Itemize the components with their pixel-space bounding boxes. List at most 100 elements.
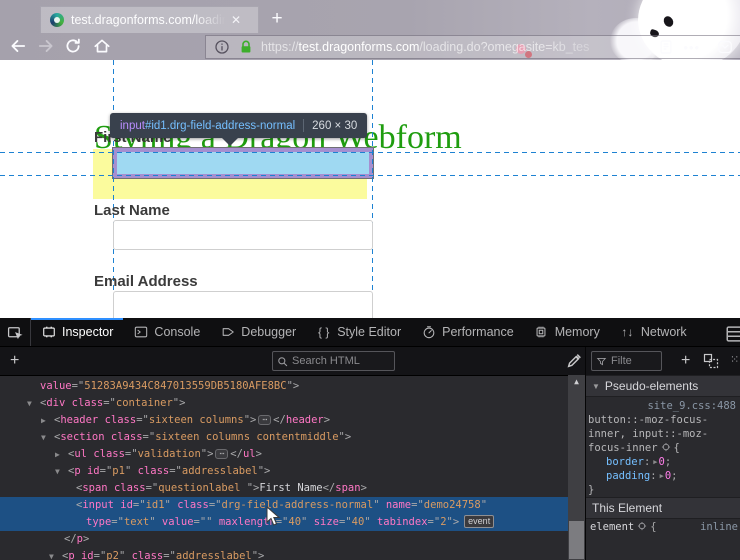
- expand-value-icon[interactable]: ▶: [660, 472, 664, 480]
- home-button[interactable]: [93, 37, 111, 55]
- toolbar-overflow-dots[interactable]: ⁙: [730, 347, 739, 375]
- code-token: value: [162, 516, 194, 528]
- tab-console[interactable]: Console: [123, 318, 210, 346]
- page-actions: •••: [650, 39, 733, 55]
- markup-row[interactable]: </p>: [0, 531, 568, 548]
- tab-network[interactable]: ↑↓Network: [610, 318, 697, 346]
- pick-element-button[interactable]: [0, 318, 31, 346]
- code-token: section: [60, 431, 104, 443]
- site-info-icon[interactable]: [214, 39, 230, 55]
- reload-button[interactable]: [64, 37, 82, 55]
- code-token: tabindex: [377, 516, 428, 528]
- add-rule-button[interactable]: +: [681, 347, 690, 375]
- event-badge[interactable]: event: [464, 515, 494, 528]
- markup-row[interactable]: ▼<div class="container">: [0, 395, 568, 412]
- tab-label: Debugger: [241, 325, 296, 339]
- code-token: ": [373, 499, 386, 511]
- network-icon: ↑↓: [620, 325, 635, 340]
- css-property-row[interactable]: border:▶0;: [586, 455, 740, 469]
- search-html-box[interactable]: [272, 351, 395, 371]
- code-token: class: [72, 397, 104, 409]
- filter-funnel-icon: [596, 356, 607, 367]
- site-favicon-icon: [50, 13, 64, 27]
- scrollbar-up-arrow-icon[interactable]: ▲: [568, 377, 585, 386]
- twisty-icon[interactable]: ▼: [49, 548, 54, 560]
- code-token: validation: [138, 448, 201, 460]
- markup-row[interactable]: ▶<header class="sixteen columns">⋯</head…: [0, 412, 568, 429]
- expand-value-icon[interactable]: ▶: [653, 458, 657, 466]
- twisty-down-icon[interactable]: ▼: [592, 382, 600, 391]
- property-name[interactable]: padding: [606, 470, 650, 482]
- code-token: ": [119, 550, 132, 560]
- tab-style-editor[interactable]: { }Style Editor: [306, 318, 411, 346]
- storage-tab-icon-partial[interactable]: [726, 324, 740, 340]
- ellipsis-badge[interactable]: ⋯: [258, 415, 271, 425]
- markup-row[interactable]: type="text" value="" maxlength="40" size…: [0, 514, 568, 531]
- search-html-input[interactable]: [292, 355, 394, 367]
- tab-label: Inspector: [62, 325, 113, 339]
- new-tab-button[interactable]: +: [262, 6, 292, 32]
- markup-scrollbar[interactable]: ▲: [568, 375, 585, 560]
- rule-source-link[interactable]: site_9.css:488: [586, 397, 740, 413]
- code-token: header: [60, 414, 98, 426]
- markup-row[interactable]: ▼<p id="p2" class="addresslabel">: [0, 548, 568, 560]
- tab-inspector[interactable]: Inspector: [31, 318, 123, 346]
- markup-row[interactable]: <span class="questionlabel ">First Name<…: [0, 480, 568, 497]
- inline-source-link[interactable]: inline: [700, 519, 738, 535]
- markup-row[interactable]: ▼<section class="sixteen columns content…: [0, 429, 568, 446]
- filter-styles-box[interactable]: [591, 351, 662, 371]
- property-name[interactable]: border: [606, 456, 644, 468]
- code-token: class: [138, 465, 170, 477]
- secure-lock-icon[interactable]: [238, 39, 254, 55]
- pseudo-elements-header[interactable]: ▼Pseudo-elements: [586, 375, 740, 397]
- tab-close-icon[interactable]: ✕: [231, 13, 241, 27]
- twisty-icon[interactable]: ▼: [55, 463, 60, 480]
- filter-styles-input[interactable]: [611, 355, 661, 367]
- back-button[interactable]: [9, 37, 27, 55]
- email-address-input[interactable]: [113, 291, 373, 318]
- code-token: id1: [146, 499, 165, 511]
- code-token: p1: [112, 465, 125, 477]
- ellipsis-badge[interactable]: ⋯: [215, 449, 228, 459]
- code-token: ul: [243, 448, 256, 460]
- scrollbar-thumb[interactable]: [569, 521, 584, 559]
- tab-debugger[interactable]: Debugger: [210, 318, 306, 346]
- twisty-icon[interactable]: ▼: [27, 395, 32, 412]
- last-name-input[interactable]: [113, 220, 373, 250]
- code-token: =": [111, 516, 124, 528]
- devtools-tabbar: Inspector Console Debugger { }Style EditorP…: [0, 318, 740, 347]
- element-inline-rule[interactable]: element{ inline: [586, 519, 740, 535]
- code-token: value: [40, 380, 72, 392]
- code-token: >: [83, 533, 89, 545]
- reader-mode-icon[interactable]: [658, 39, 674, 55]
- tab-memory[interactable]: Memory: [524, 318, 610, 346]
- twisty-icon[interactable]: ▶: [55, 446, 60, 463]
- tab-performance[interactable]: Performance: [411, 318, 524, 346]
- code-token: =": [125, 448, 138, 460]
- markup-row[interactable]: value="51283A9434C847013559DB5180AFE8BC"…: [0, 378, 568, 395]
- highlight-selector-icon[interactable]: [637, 520, 647, 530]
- this-element-header[interactable]: This Element: [586, 497, 740, 519]
- twisty-icon[interactable]: ▼: [41, 429, 46, 446]
- page-actions-menu-icon[interactable]: •••: [683, 40, 700, 55]
- markup-row[interactable]: ▶<ul class="validation">⋯</ul>: [0, 446, 568, 463]
- email-address-label: Email Address: [94, 273, 198, 290]
- class-panel-toggle-icon[interactable]: [703, 353, 719, 368]
- forward-button[interactable]: [37, 37, 55, 55]
- browser-tab[interactable]: test.dragonforms.com/loading ✕: [40, 6, 259, 33]
- url-text[interactable]: https://test.dragonforms.com/loading.do?…: [261, 40, 650, 54]
- code-token: ">: [173, 397, 186, 409]
- add-node-button[interactable]: +: [10, 347, 19, 375]
- highlight-selector-icon[interactable]: [661, 442, 671, 452]
- browser-chrome: test.dragonforms.com/loading ✕ +: [0, 0, 740, 61]
- css-property-row[interactable]: padding:▶0;: [586, 469, 740, 483]
- twisty-icon[interactable]: ▶: [41, 412, 46, 429]
- pocket-icon[interactable]: [717, 39, 733, 55]
- open-brace: {: [674, 442, 680, 454]
- url-bar[interactable]: https://test.dragonforms.com/loading.do?…: [205, 35, 740, 59]
- eyedropper-icon[interactable]: [566, 352, 583, 369]
- markup-row[interactable]: <input id="id1" class="drg-field-address…: [0, 497, 568, 514]
- code-token: >: [324, 414, 330, 426]
- markup-row[interactable]: ▼<p id="p1" class="addresslabel">: [0, 463, 568, 480]
- rule-selector-line: focus-inner{: [586, 441, 740, 455]
